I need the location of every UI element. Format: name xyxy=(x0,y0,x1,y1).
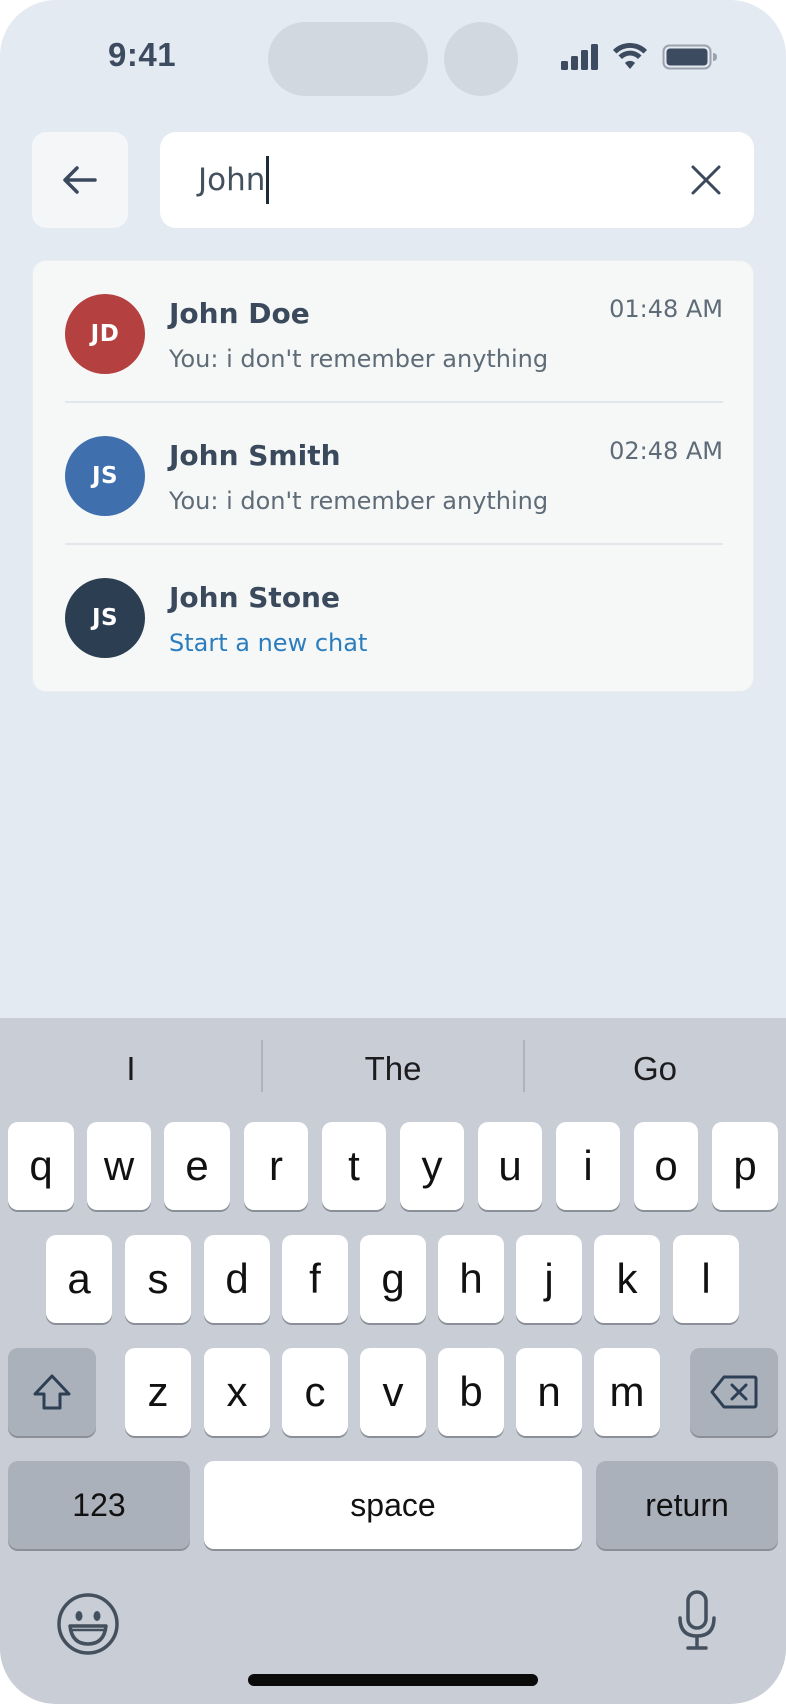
phone-screen: 9:41 John JD John Doe You: i don't remem… xyxy=(0,0,786,1704)
backspace-icon xyxy=(710,1375,758,1409)
key-x[interactable]: x xyxy=(204,1348,270,1436)
clear-search-button[interactable] xyxy=(682,156,730,204)
key-y[interactable]: y xyxy=(400,1122,464,1210)
contact-name: John Stone xyxy=(169,581,340,614)
search-field[interactable]: John xyxy=(160,132,754,228)
contact-name: John Smith xyxy=(169,439,341,472)
start-new-chat-link[interactable]: Start a new chat xyxy=(169,629,367,657)
key-i[interactable]: i xyxy=(556,1122,620,1210)
result-row-john-stone[interactable]: JS John Stone Start a new chat xyxy=(33,545,755,687)
key-a[interactable]: a xyxy=(46,1235,112,1323)
home-indicator xyxy=(248,1674,538,1686)
last-message-preview: You: i don't remember anything xyxy=(169,487,549,515)
status-time: 9:41 xyxy=(108,36,177,73)
text-caret xyxy=(266,156,270,204)
key-f[interactable]: f xyxy=(282,1235,348,1323)
delete-key[interactable] xyxy=(690,1348,778,1436)
suggestion-2[interactable]: The xyxy=(262,1044,524,1094)
signal-icon xyxy=(561,44,598,70)
status-bar: 9:41 xyxy=(0,0,786,120)
key-t[interactable]: t xyxy=(322,1122,386,1210)
search-input-value: John xyxy=(198,162,266,198)
search-input[interactable]: John xyxy=(198,154,638,206)
key-o[interactable]: o xyxy=(634,1122,698,1210)
key-s[interactable]: s xyxy=(125,1235,191,1323)
suggestion-1[interactable]: I xyxy=(0,1044,262,1094)
dynamic-island xyxy=(268,22,428,96)
key-m[interactable]: m xyxy=(594,1348,660,1436)
key-z[interactable]: z xyxy=(125,1348,191,1436)
key-n[interactable]: n xyxy=(516,1348,582,1436)
shift-key[interactable] xyxy=(8,1348,96,1436)
space-key[interactable]: space xyxy=(204,1461,582,1549)
last-message-preview: You: i don't remember anything xyxy=(169,345,549,373)
avatar: JS xyxy=(65,436,145,516)
key-q[interactable]: q xyxy=(8,1122,74,1210)
keyboard: I The Go q w e r t y u i o p a s d f g h… xyxy=(0,1018,786,1704)
wifi-icon xyxy=(613,42,647,69)
key-b[interactable]: b xyxy=(438,1348,504,1436)
avatar: JS xyxy=(65,578,145,658)
message-time: 01:48 AM xyxy=(609,295,723,323)
numbers-key[interactable]: 123 xyxy=(8,1461,190,1549)
key-v[interactable]: v xyxy=(360,1348,426,1436)
arrow-left-icon xyxy=(63,166,97,194)
key-r[interactable]: r xyxy=(244,1122,308,1210)
result-row-john-smith[interactable]: JS John Smith You: i don't remember anyt… xyxy=(33,403,755,545)
emoji-icon[interactable] xyxy=(56,1592,120,1656)
microphone-icon[interactable] xyxy=(676,1590,718,1652)
key-g[interactable]: g xyxy=(360,1235,426,1323)
message-time: 02:48 AM xyxy=(609,437,723,465)
avatar: JD xyxy=(65,294,145,374)
key-j[interactable]: j xyxy=(516,1235,582,1323)
close-icon xyxy=(691,165,721,195)
key-c[interactable]: c xyxy=(282,1348,348,1436)
result-row-john-doe[interactable]: JD John Doe You: i don't remember anythi… xyxy=(33,261,755,403)
key-h[interactable]: h xyxy=(438,1235,504,1323)
dynamic-island-camera xyxy=(444,22,518,96)
key-e[interactable]: e xyxy=(164,1122,230,1210)
key-d[interactable]: d xyxy=(204,1235,270,1323)
key-u[interactable]: u xyxy=(478,1122,542,1210)
return-key[interactable]: return xyxy=(596,1461,778,1549)
contact-name: John Doe xyxy=(169,297,310,330)
key-k[interactable]: k xyxy=(594,1235,660,1323)
key-p[interactable]: p xyxy=(712,1122,778,1210)
suggestion-3[interactable]: Go xyxy=(524,1044,786,1094)
key-l[interactable]: l xyxy=(673,1235,739,1323)
back-button[interactable] xyxy=(32,132,128,228)
search-results-list: JD John Doe You: i don't remember anythi… xyxy=(32,260,754,692)
shift-icon xyxy=(33,1374,71,1410)
battery-icon xyxy=(662,44,717,70)
key-w[interactable]: w xyxy=(87,1122,151,1210)
suggestion-bar: I The Go xyxy=(0,1018,786,1114)
